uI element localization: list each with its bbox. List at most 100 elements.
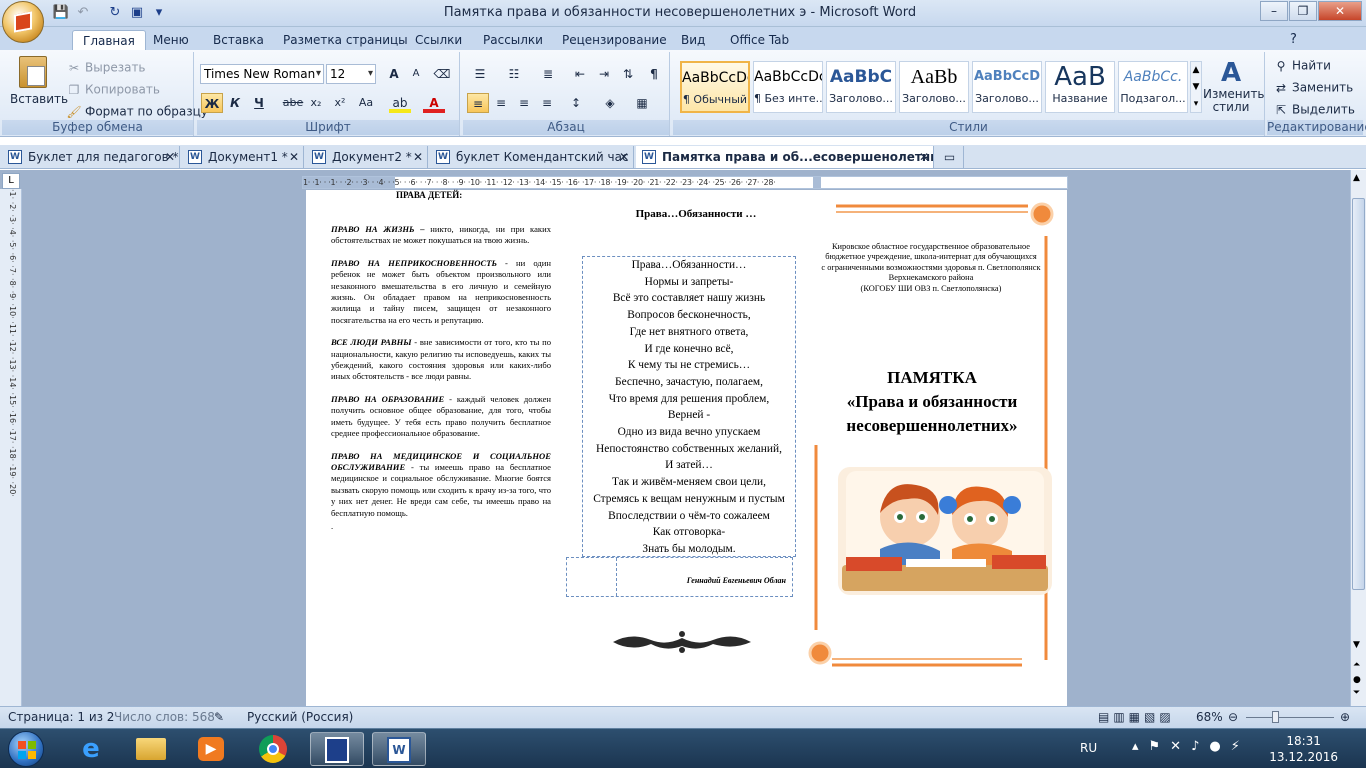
style-heading3[interactable]: AaBbCcD Заголово... (972, 61, 1042, 113)
print-preview-icon[interactable]: ▣ (128, 4, 146, 22)
vertical-ruler[interactable]: ·1· ·2· ·3· ·4· ·5· ·6· ·7· ·8· ·9· ·10·… (0, 189, 22, 706)
subscript-button[interactable]: x₂ (305, 93, 327, 113)
tab-page-layout[interactable]: Разметка страницы (273, 30, 418, 50)
scroll-thumb[interactable] (1352, 198, 1365, 590)
doc-tab[interactable]: Wбуклет Комендантский час ✕ (430, 146, 634, 168)
view-buttons[interactable]: ▤▥▦▧▨ (1098, 710, 1175, 724)
tab-selector-icon[interactable]: L (2, 173, 20, 189)
explorer-icon[interactable] (124, 732, 178, 766)
shading-icon[interactable]: ◈ (599, 93, 621, 113)
scroll-up-icon[interactable]: ▲ (1353, 173, 1360, 183)
zoom-in-icon[interactable]: ⊕ (1340, 710, 1350, 724)
undo-icon[interactable]: ↶ (74, 4, 92, 22)
copy-button[interactable]: ❐ Копировать (66, 82, 160, 98)
save-icon[interactable]: 💾 (52, 4, 70, 22)
shrink-font-button[interactable]: A (405, 64, 427, 84)
close-tab-icon[interactable]: ✕ (619, 146, 629, 168)
style-heading1[interactable]: AaBbC Заголово... (826, 61, 896, 113)
underline-button[interactable]: Ч (248, 93, 270, 113)
show-marks-icon[interactable]: ¶ (643, 64, 665, 84)
grow-font-button[interactable]: A (383, 64, 405, 84)
browse-object-icon[interactable]: ● (1353, 675, 1361, 685)
replace-button[interactable]: ⇄ Заменить (1273, 80, 1353, 96)
word-count[interactable]: Число слов: 568 (114, 710, 215, 724)
font-size-combo[interactable]: 12 (326, 64, 376, 84)
scroll-down-icon[interactable]: ▼ (1353, 640, 1360, 650)
doc-tab-active[interactable]: W Памятка права и об...есовершенолетних э… (636, 146, 934, 168)
page-count[interactable]: Страница: 1 из 2 (8, 710, 114, 724)
bullets-icon[interactable]: ☰ (469, 64, 491, 84)
spellcheck-icon[interactable]: ✎ (214, 710, 224, 724)
close-tab-icon[interactable]: ✕ (165, 146, 175, 168)
format-painter-button[interactable]: 🖌 Формат по образцу (66, 104, 208, 120)
style-no-spacing[interactable]: AaBbCcDć ¶ Без инте... (753, 61, 823, 113)
tab-references[interactable]: Ссылки (405, 30, 472, 50)
numbering-icon[interactable]: ☷ (503, 64, 525, 84)
tab-mailings[interactable]: Рассылки (473, 30, 553, 50)
close-tab-icon[interactable]: ✕ (289, 146, 299, 168)
increase-indent-icon[interactable]: ⇥ (593, 64, 615, 84)
font-color-icon[interactable]: A (423, 93, 445, 113)
restore-button[interactable]: ❐ (1289, 1, 1317, 21)
ie-icon[interactable]: e (64, 732, 118, 766)
close-tab-icon[interactable]: ✕ (919, 146, 929, 168)
align-left-icon[interactable]: ≡ (467, 93, 489, 113)
italic-button[interactable]: К (224, 93, 246, 113)
strikethrough-button[interactable]: abe (282, 93, 304, 113)
select-button[interactable]: ⇱ Выделить (1273, 102, 1355, 118)
paste-button[interactable]: Вставить (10, 56, 68, 106)
align-center-icon[interactable]: ≡ (490, 93, 512, 113)
zoom-slider[interactable] (1246, 717, 1334, 718)
style-heading2[interactable]: AaBb Заголово... (899, 61, 969, 113)
taskbar-app-icon[interactable] (310, 732, 364, 766)
zoom-slider-thumb[interactable] (1272, 711, 1279, 723)
change-case-button[interactable]: Aa (355, 93, 377, 113)
redo-icon[interactable]: ↻ (106, 4, 124, 22)
sort-icon[interactable]: ⇅ (617, 64, 639, 84)
word-taskbar-icon[interactable]: W (372, 732, 426, 766)
vertical-scrollbar[interactable]: ▲ ▼ ⏶ ● ⏷ (1350, 170, 1366, 706)
find-button[interactable]: ⚲ Найти (1273, 58, 1331, 74)
tab-menu[interactable]: Меню (143, 30, 199, 50)
tray-icons[interactable]: ▴⚑✕♪●⚡ (1132, 739, 1250, 754)
author-table[interactable]: Геннадий Евгеньевич Облан (566, 557, 793, 597)
align-right-icon[interactable]: ≡ (513, 93, 535, 113)
style-normal[interactable]: AaBbCcDć ¶ Обычный (680, 61, 750, 113)
doc-tab[interactable]: W Документ1 * ✕ (182, 146, 304, 168)
next-page-icon[interactable]: ⏷ (1353, 688, 1360, 698)
new-tab-icon[interactable]: ▭ (936, 146, 964, 168)
zoom-out-icon[interactable]: ⊖ (1228, 710, 1238, 724)
language-status[interactable]: Русский (Россия) (247, 710, 353, 724)
input-language[interactable]: RU (1080, 741, 1097, 755)
start-button[interactable] (8, 731, 44, 767)
style-subtitle[interactable]: AaBbCc. Подзагол... (1118, 61, 1188, 113)
justify-icon[interactable]: ≡ (536, 93, 558, 113)
tab-home[interactable]: Главная (72, 30, 146, 50)
tab-office-tab[interactable]: Office Tab (720, 30, 799, 50)
tab-insert[interactable]: Вставка (203, 30, 274, 50)
poem-textbox[interactable]: Права…Обязанности… Нормы и запреты- Всё … (582, 256, 796, 557)
clear-format-icon[interactable]: ⌫ (431, 64, 453, 84)
doc-tab[interactable]: W Буклет для педагогов * ✕ (2, 146, 180, 168)
highlight-icon[interactable]: ab (389, 93, 411, 113)
chrome-icon[interactable] (246, 732, 300, 766)
zoom-level[interactable]: 68% (1196, 710, 1223, 724)
clock[interactable]: 18:31 13.12.2016 (1269, 733, 1338, 765)
close-button[interactable]: ✕ (1318, 1, 1362, 21)
prev-page-icon[interactable]: ⏶ (1353, 660, 1360, 670)
multilevel-list-icon[interactable]: ≣ (537, 64, 559, 84)
help-icon[interactable]: ? (1280, 30, 1307, 50)
tab-review[interactable]: Рецензирование (552, 30, 677, 50)
office-button[interactable] (2, 1, 44, 43)
styles-scroll[interactable]: ▲ ▼ ▾ (1190, 61, 1202, 113)
cut-button[interactable]: ✂ Вырезать (66, 60, 146, 76)
style-title[interactable]: AaB Название (1045, 61, 1115, 113)
change-styles-button[interactable]: A Изменить стили (1203, 58, 1265, 114)
bold-button[interactable]: Ж (201, 93, 223, 113)
superscript-button[interactable]: x² (329, 93, 351, 113)
borders-icon[interactable]: ▦ (631, 93, 653, 113)
doc-tab[interactable]: W Документ2 * ✕ (306, 146, 428, 168)
minimize-button[interactable]: – (1260, 1, 1288, 21)
line-spacing-icon[interactable]: ↕ (565, 93, 587, 113)
font-name-combo[interactable]: Times New Roman (200, 64, 324, 84)
